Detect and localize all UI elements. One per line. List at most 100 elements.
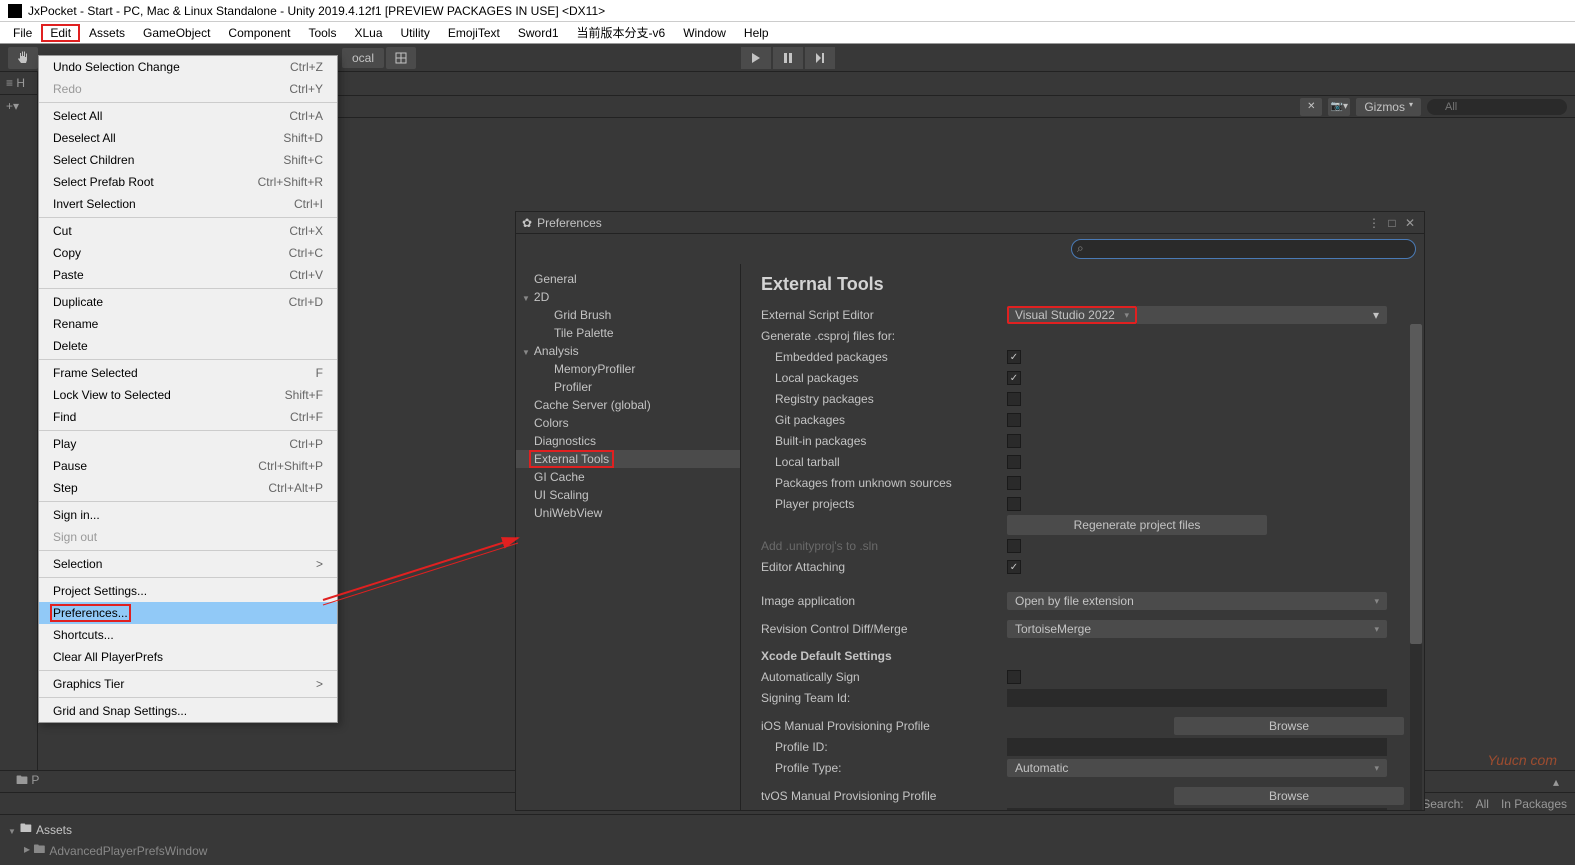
checkbox[interactable]: [1007, 455, 1021, 469]
edit-menu-item[interactable]: Sign in...: [39, 504, 337, 526]
hierarchy-add-button[interactable]: +▾: [0, 95, 37, 117]
edit-menu-item[interactable]: Invert SelectionCtrl+I: [39, 193, 337, 215]
prefs-category[interactable]: Profiler: [516, 378, 740, 396]
prefs-category[interactable]: Analysis: [516, 342, 740, 360]
menu-gameobject[interactable]: GameObject: [134, 24, 219, 42]
prefs-category[interactable]: Cache Server (global): [516, 396, 740, 414]
tvos-browse-button[interactable]: Browse: [1174, 787, 1404, 805]
edit-menu-item[interactable]: Project Settings...: [39, 580, 337, 602]
close-icon[interactable]: ✕: [1402, 215, 1418, 231]
play-button[interactable]: [741, 47, 771, 69]
edit-menu-item[interactable]: CutCtrl+X: [39, 220, 337, 242]
edit-menu-item[interactable]: PauseCtrl+Shift+P: [39, 455, 337, 477]
edit-menu-item[interactable]: Graphics Tier>: [39, 673, 337, 695]
edit-menu-item[interactable]: Select AllCtrl+A: [39, 105, 337, 127]
edit-menu-item[interactable]: Selection>: [39, 553, 337, 575]
scene-search-input[interactable]: [1427, 99, 1567, 115]
prefs-category[interactable]: GI Cache: [516, 468, 740, 486]
prefs-category[interactable]: UI Scaling: [516, 486, 740, 504]
toolbar-grid-button[interactable]: [386, 47, 416, 69]
project-collapse-icon[interactable]: ▴: [1545, 773, 1567, 791]
toolbar-local[interactable]: ocal: [342, 48, 384, 68]
edit-menu-item[interactable]: Undo Selection ChangeCtrl+Z: [39, 56, 337, 78]
project-tab[interactable]: 🖿 P: [8, 769, 47, 794]
tools-icon[interactable]: ✕: [1300, 98, 1322, 116]
rev-ctl-dropdown[interactable]: TortoiseMerge: [1007, 620, 1387, 638]
menu-window[interactable]: Window: [674, 24, 735, 42]
checkbox[interactable]: [1007, 497, 1021, 511]
prefs-category[interactable]: General: [516, 270, 740, 288]
edit-menu-item[interactable]: FindCtrl+F: [39, 406, 337, 428]
auto-sign-checkbox[interactable]: [1007, 670, 1021, 684]
preferences-search-input[interactable]: [1071, 239, 1416, 259]
prefs-category[interactable]: Colors: [516, 414, 740, 432]
search-all[interactable]: All: [1476, 797, 1489, 811]
menu-xlua[interactable]: XLua: [345, 24, 391, 42]
ios-profile-id-input[interactable]: [1007, 738, 1387, 756]
edit-menu-item[interactable]: PasteCtrl+V: [39, 264, 337, 286]
pause-button[interactable]: [773, 47, 803, 69]
checkbox[interactable]: [1007, 476, 1021, 490]
prefs-category[interactable]: 2D: [516, 288, 740, 306]
checkbox[interactable]: [1007, 392, 1021, 406]
edit-menu-item[interactable]: Grid and Snap Settings...: [39, 700, 337, 722]
menu-icon[interactable]: ⋮: [1366, 215, 1382, 231]
edit-menu-item[interactable]: Clear All PlayerPrefs: [39, 646, 337, 668]
assets-folder[interactable]: 🖿 Assets: [8, 819, 1567, 840]
team-id-input[interactable]: [1007, 689, 1387, 707]
menu-file[interactable]: File: [4, 24, 41, 42]
edit-menu-item[interactable]: Select ChildrenShift+C: [39, 149, 337, 171]
edit-menu-item[interactable]: Lock View to SelectedShift+F: [39, 384, 337, 406]
edit-menu-item[interactable]: DuplicateCtrl+D: [39, 291, 337, 313]
menu-edit[interactable]: Edit: [41, 24, 80, 42]
prefs-category[interactable]: MemoryProfiler: [516, 360, 740, 378]
checkbox[interactable]: [1007, 434, 1021, 448]
menu-sword1[interactable]: Sword1: [509, 24, 568, 42]
prefs-category[interactable]: Diagnostics: [516, 432, 740, 450]
prefs-category[interactable]: Grid Brush: [516, 306, 740, 324]
preferences-sidebar: General2DGrid BrushTile PaletteAnalysisM…: [516, 264, 741, 810]
edit-menu-item[interactable]: StepCtrl+Alt+P: [39, 477, 337, 499]
prefs-category[interactable]: Tile Palette: [516, 324, 740, 342]
edit-menu-item[interactable]: Deselect AllShift+D: [39, 127, 337, 149]
scrollbar-thumb[interactable]: [1410, 324, 1422, 644]
tvos-profile-id-input[interactable]: [1007, 808, 1387, 810]
menu-assets[interactable]: Assets: [80, 24, 134, 42]
menu-tools[interactable]: Tools: [299, 24, 345, 42]
checkbox[interactable]: [1007, 413, 1021, 427]
edit-menu-item[interactable]: Frame SelectedF: [39, 362, 337, 384]
gizmos-dropdown[interactable]: Gizmos▾: [1356, 98, 1421, 116]
step-button[interactable]: [805, 47, 835, 69]
checkbox[interactable]: [1007, 371, 1021, 385]
folder-item[interactable]: ▸ 🖿 AdvancedPlayerPrefsWindow: [8, 840, 1567, 861]
edit-menu-item[interactable]: Rename: [39, 313, 337, 335]
scrollbar[interactable]: [1410, 324, 1422, 810]
regenerate-button[interactable]: Regenerate project files: [1007, 515, 1267, 535]
edit-menu-item[interactable]: PlayCtrl+P: [39, 433, 337, 455]
prefs-category[interactable]: External Tools: [516, 450, 740, 468]
external-script-editor-dropdown[interactable]: Visual Studio 2022 ▾: [1007, 306, 1387, 324]
ios-profile-type-dropdown[interactable]: Automatic: [1007, 759, 1387, 777]
edit-menu-item[interactable]: Preferences...: [39, 602, 337, 624]
edit-menu-item[interactable]: CopyCtrl+C: [39, 242, 337, 264]
edit-menu-item[interactable]: Delete: [39, 335, 337, 357]
menu-component[interactable]: Component: [219, 24, 299, 42]
menu-branch[interactable]: 当前版本分支-v6: [568, 22, 675, 43]
maximize-icon[interactable]: □: [1384, 215, 1400, 231]
ios-profile-type-label: Profile Type:: [761, 761, 1007, 775]
checkbox-label: Built-in packages: [761, 434, 1007, 448]
image-app-dropdown[interactable]: Open by file extension: [1007, 592, 1387, 610]
editor-attaching-checkbox[interactable]: [1007, 560, 1021, 574]
edit-menu-item[interactable]: Select Prefab RootCtrl+Shift+R: [39, 171, 337, 193]
hand-tool-button[interactable]: [8, 47, 38, 69]
edit-menu-item[interactable]: Shortcuts...: [39, 624, 337, 646]
menu-emojitext[interactable]: EmojiText: [439, 24, 509, 42]
menu-utility[interactable]: Utility: [392, 24, 439, 42]
prefs-category[interactable]: UniWebView: [516, 504, 740, 522]
search-in-packages[interactable]: In Packages: [1501, 797, 1567, 811]
checkbox[interactable]: [1007, 350, 1021, 364]
ios-browse-button[interactable]: Browse: [1174, 717, 1404, 735]
menu-help[interactable]: Help: [735, 24, 778, 42]
search-label: Search:: [1422, 797, 1463, 811]
camera-icon[interactable]: 📷▾: [1328, 98, 1350, 116]
